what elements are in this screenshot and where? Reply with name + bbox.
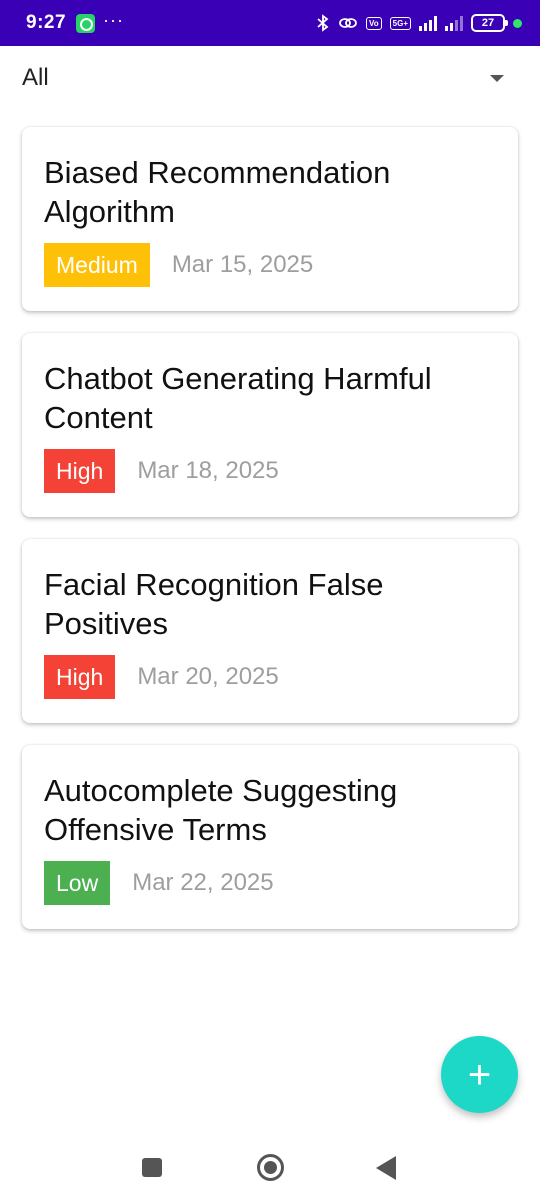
home-button[interactable] bbox=[257, 1154, 284, 1181]
signal-icon-2 bbox=[445, 15, 463, 31]
report-title: Chatbot Generating Harmful Content bbox=[44, 361, 432, 435]
network-badge: 5G+ bbox=[389, 16, 411, 30]
system-nav-bar bbox=[0, 1134, 540, 1200]
plus-icon: + bbox=[467, 1052, 492, 1097]
report-meta: High Mar 20, 2025 bbox=[44, 655, 496, 699]
severity-badge: High bbox=[44, 449, 116, 493]
privacy-indicator-icon bbox=[513, 18, 522, 28]
more-notifications-icon: ··· bbox=[103, 10, 125, 30]
add-report-button[interactable]: + bbox=[441, 1036, 518, 1113]
whatsapp-icon bbox=[76, 13, 96, 33]
report-card[interactable]: Chatbot Generating Harmful Content High … bbox=[22, 333, 518, 517]
report-title: Biased Recommendation Algorithm bbox=[44, 155, 391, 229]
report-date: Mar 18, 2025 bbox=[137, 457, 279, 484]
status-bar: 9:27 ··· Vo 5G+ 27 bbox=[0, 0, 540, 46]
status-time: 9:27 bbox=[26, 12, 67, 33]
report-card[interactable]: Facial Recognition False Positives High … bbox=[22, 539, 518, 723]
report-list: Biased Recommendation Algorithm Medium M… bbox=[22, 127, 518, 951]
volte-badge: Vo bbox=[366, 16, 382, 30]
severity-badge: Medium bbox=[44, 243, 150, 287]
battery-icon: 27 bbox=[471, 14, 508, 32]
filter-selected-value: All bbox=[22, 64, 49, 91]
report-title: Autocomplete Suggesting Offensive Terms bbox=[44, 773, 398, 847]
report-meta: High Mar 18, 2025 bbox=[44, 449, 496, 493]
report-date: Mar 20, 2025 bbox=[137, 663, 279, 690]
report-date: Mar 22, 2025 bbox=[132, 869, 274, 896]
severity-badge: Low bbox=[44, 861, 111, 905]
report-title: Facial Recognition False Positives bbox=[44, 567, 384, 641]
report-card[interactable]: Biased Recommendation Algorithm Medium M… bbox=[22, 127, 518, 311]
back-button[interactable] bbox=[376, 1156, 396, 1180]
report-meta: Medium Mar 15, 2025 bbox=[44, 243, 496, 287]
signal-icon bbox=[419, 15, 437, 31]
link-icon bbox=[339, 18, 357, 28]
dropdown-arrow-icon[interactable] bbox=[490, 74, 504, 82]
status-icons: Vo 5G+ 27 bbox=[316, 14, 522, 32]
report-meta: Low Mar 22, 2025 bbox=[44, 861, 496, 905]
recents-button[interactable] bbox=[142, 1158, 162, 1177]
filter-dropdown[interactable]: All bbox=[0, 46, 540, 110]
bluetooth-icon bbox=[317, 14, 329, 32]
report-date: Mar 15, 2025 bbox=[171, 251, 314, 278]
report-card[interactable]: Autocomplete Suggesting Offensive Terms … bbox=[22, 745, 518, 929]
severity-badge: High bbox=[44, 655, 116, 699]
